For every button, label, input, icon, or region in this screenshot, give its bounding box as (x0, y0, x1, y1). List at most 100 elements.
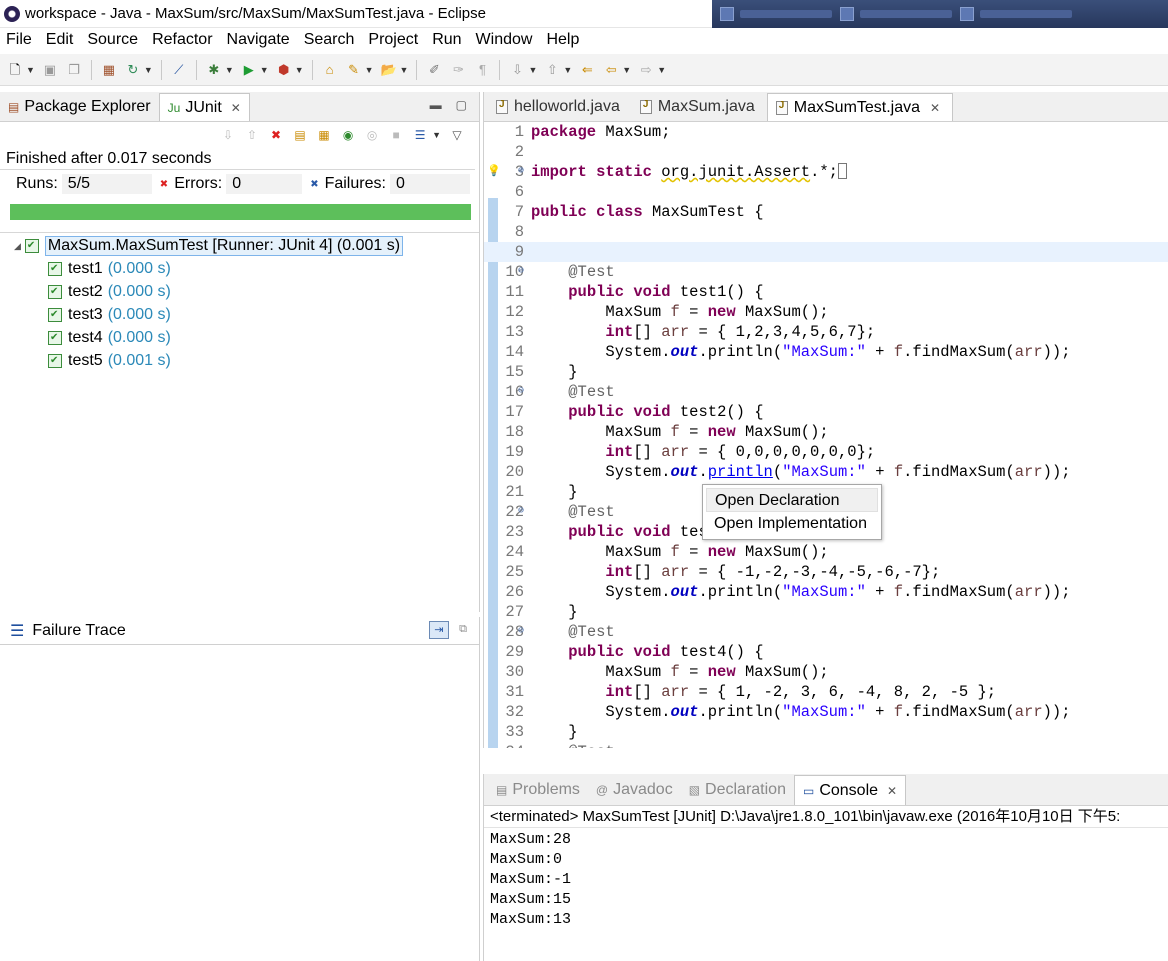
rerun-test-icon[interactable]: ◉ (340, 127, 356, 143)
filter-stack-trace-icon[interactable]: ⇥ (429, 621, 449, 639)
test-run-history-icon[interactable]: ☰ (412, 127, 428, 143)
tab-console[interactable]: ▭ Console ✕ (793, 775, 907, 805)
console-output[interactable]: MaxSum:28 MaxSum:0 MaxSum:-1 MaxSum:15 M… (484, 828, 1168, 930)
open-folder-icon[interactable]: 📂 (380, 61, 398, 79)
menu-help[interactable]: Help (546, 31, 579, 49)
collapse-fold-icon[interactable]: ⊖ (518, 382, 524, 402)
scroll-lock-icon[interactable]: ▤ (292, 127, 308, 143)
background-taskbar (712, 0, 1168, 28)
menu-project[interactable]: Project (368, 31, 418, 49)
toggle-mark-icon[interactable]: ✐ (425, 61, 443, 79)
menu-search[interactable]: Search (304, 31, 355, 49)
bottom-panel: ▤ Problems @ Javadoc ▧ Declaration ▭ Con… (483, 774, 1168, 961)
run-icon[interactable]: ▶ (240, 61, 258, 79)
declaration-icon: ▧ (688, 783, 701, 797)
new-icon[interactable]: 🗋 (6, 61, 24, 79)
menu-refactor[interactable]: Refactor (152, 31, 212, 49)
code-area[interactable]: 1 package MaxSum; 2 💡 3 ⊕ import static org.… (484, 122, 1168, 748)
menu-file[interactable]: File (6, 31, 32, 49)
rerun-failed-first-icon[interactable]: ◎ (364, 127, 380, 143)
run-dropdown-icon[interactable]: ▼ (260, 65, 269, 75)
collapse-fold-icon[interactable]: ⊖ (518, 262, 524, 282)
open-implementation-item[interactable]: Open Implementation (706, 512, 878, 536)
open-type-icon[interactable]: ⌂ (321, 61, 339, 79)
tab-junit[interactable]: Ju JUnit ✕ (158, 93, 250, 121)
build-icon[interactable]: ▦ (100, 61, 118, 79)
tab-package-explorer[interactable]: ▤ Package Explorer (0, 93, 159, 121)
minimize-icon[interactable]: ▬ (430, 98, 442, 112)
menu-navigate[interactable]: Navigate (227, 31, 290, 49)
menu-window[interactable]: Window (476, 31, 533, 49)
menu-edit[interactable]: Edit (46, 31, 74, 49)
code-line: 15 } (505, 363, 578, 381)
tab-label: Declaration (705, 781, 786, 798)
test-suite-passed-icon (24, 239, 39, 253)
menu-run[interactable]: Run (432, 31, 461, 49)
prev-annotation-dropdown-icon[interactable]: ▼ (563, 65, 572, 75)
background-window-tab[interactable] (720, 4, 832, 24)
test-item[interactable]: test1 (0.000 s) (0, 257, 479, 280)
next-failure-icon[interactable]: ⇩ (220, 127, 236, 143)
external-tools-dropdown-icon[interactable]: ▼ (295, 65, 304, 75)
tab-declaration[interactable]: ▧ Declaration (681, 775, 794, 805)
tab-helloworld-java[interactable]: helloworld.java (488, 93, 632, 121)
menu-source[interactable]: Source (87, 31, 138, 49)
compare-result-icon[interactable]: ⧉ (453, 621, 473, 639)
debug-icon[interactable]: ✱ (205, 61, 223, 79)
test-item[interactable]: test2 (0.000 s) (0, 280, 479, 303)
refresh-icon[interactable]: ↻ (124, 61, 142, 79)
next-annotation-icon[interactable]: ⇩ (508, 61, 526, 79)
console-line: MaxSum:13 (490, 911, 572, 928)
close-icon[interactable]: ✕ (231, 101, 241, 115)
run-status: Finished after 0.017 seconds (0, 148, 475, 170)
annotation-icon[interactable]: ✑ (449, 61, 467, 79)
collapse-fold-icon[interactable]: ⊖ (518, 502, 524, 522)
back-dropdown-icon[interactable]: ▼ (622, 65, 631, 75)
show-skipped-icon[interactable]: ▦ (316, 127, 332, 143)
whitespace-icon[interactable]: ¶ (473, 61, 491, 79)
new-dropdown-icon[interactable]: ▼ (26, 65, 35, 75)
close-icon[interactable]: ✕ (930, 101, 940, 115)
test-item[interactable]: test3 (0.000 s) (0, 303, 479, 326)
next-annotation-dropdown-icon[interactable]: ▼ (528, 65, 537, 75)
debug-dropdown-icon[interactable]: ▼ (225, 65, 234, 75)
run-counters: Runs: 5/5 ✖ Errors: 0 ✖ Failures: 0 (0, 170, 479, 198)
tab-problems[interactable]: ▤ Problems (488, 775, 588, 805)
refresh-dropdown-icon[interactable]: ▼ (144, 65, 153, 75)
background-window-tab[interactable] (960, 4, 1072, 24)
open-task-icon[interactable]: ✎ (345, 61, 363, 79)
code-line-current: 9 (484, 242, 1168, 262)
test-item[interactable]: test5 (0.001 s) (0, 349, 479, 372)
expand-fold-icon[interactable]: ⊕ (518, 162, 524, 182)
forward-icon[interactable]: ⇨ (637, 61, 655, 79)
history-dropdown-icon[interactable]: ▼ (432, 130, 441, 140)
last-edit-icon[interactable]: ⇐ (578, 61, 596, 79)
tab-javadoc[interactable]: @ Javadoc (588, 775, 681, 805)
tab-maxsumtest-java[interactable]: MaxSumTest.java ✕ (766, 93, 954, 121)
previous-failure-icon[interactable]: ⇧ (244, 127, 260, 143)
external-tools-icon[interactable]: ⬢ (275, 61, 293, 79)
back-icon[interactable]: ⇦ (602, 61, 620, 79)
maximize-icon[interactable]: ▢ (456, 98, 467, 112)
skip-breakpoints-icon[interactable]: ⟋ (170, 61, 188, 79)
expand-triangle-icon[interactable]: ◢ (14, 241, 21, 252)
close-icon[interactable]: ✕ (887, 784, 897, 798)
code-line: 31 int[] arr = { 1, -2, 3, 6, -4, 8, 2, … (505, 683, 997, 701)
open-folder-dropdown-icon[interactable]: ▼ (400, 65, 409, 75)
warning-lightbulb-icon[interactable]: 💡 (487, 162, 501, 182)
code-line: 14 System.out.println("MaxSum:" + f.find… (505, 343, 1071, 361)
show-failures-only-icon[interactable]: ✖ (268, 127, 284, 143)
save-all-icon[interactable]: ❐ (65, 61, 83, 79)
view-menu-icon[interactable]: ▽ (449, 127, 465, 143)
stop-test-icon[interactable]: ■ (388, 127, 404, 143)
open-task-dropdown-icon[interactable]: ▼ (365, 65, 374, 75)
tab-maxsum-java[interactable]: MaxSum.java (632, 93, 767, 121)
test-item[interactable]: test4 (0.000 s) (0, 326, 479, 349)
collapse-fold-icon[interactable]: ⊖ (518, 622, 524, 642)
test-suite-row[interactable]: ◢ MaxSum.MaxSumTest [Runner: JUnit 4] (0… (0, 235, 479, 257)
open-declaration-item[interactable]: Open Declaration (706, 488, 878, 512)
prev-annotation-icon[interactable]: ⇧ (543, 61, 561, 79)
save-icon[interactable]: ▣ (41, 61, 59, 79)
forward-dropdown-icon[interactable]: ▼ (657, 65, 666, 75)
background-window-tab[interactable] (840, 4, 952, 24)
